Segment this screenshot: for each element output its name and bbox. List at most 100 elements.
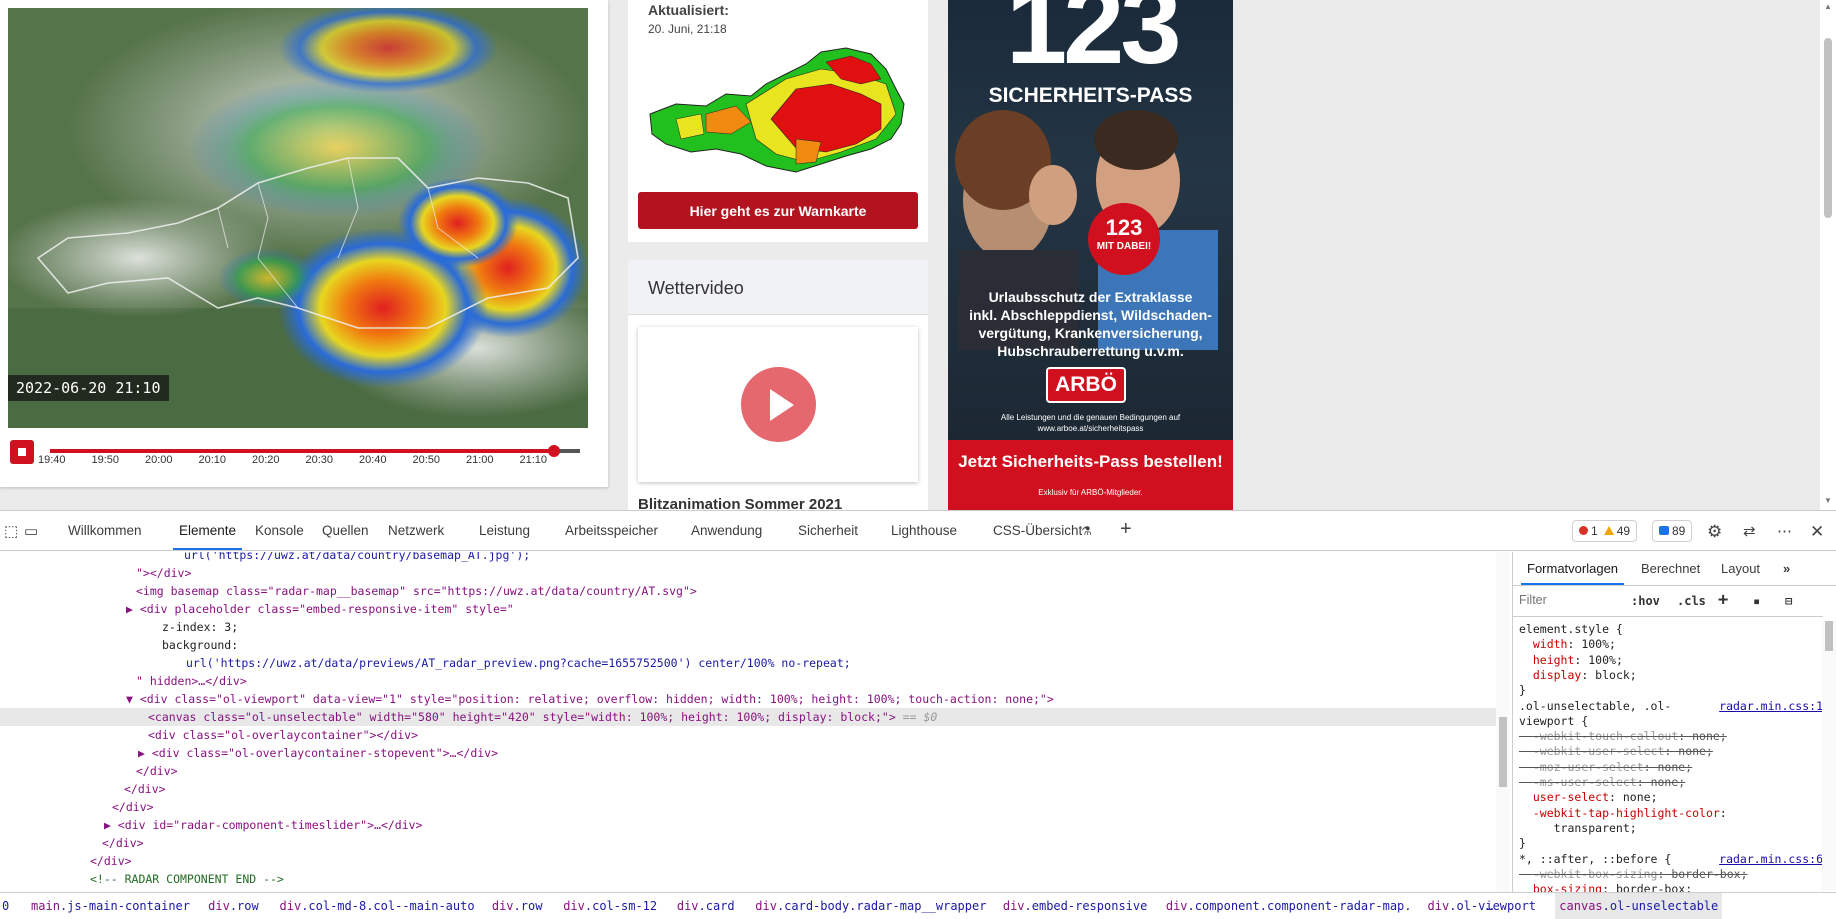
dom-node-line[interactable]: "></div> [0,564,1496,582]
sidebar-toggle-icon[interactable]: ⊟ [1785,594,1792,608]
breadcrumb-item[interactable]: … [1486,899,1493,913]
style-rule-line[interactable]: box-sizing: border-box; [1519,882,1692,892]
style-rule-line[interactable]: -ms-user-select: none; [1519,775,1685,790]
breadcrumb-item[interactable]: div.ol-viewport [1428,899,1536,913]
breadcrumb-item[interactable]: div.col-sm-12 [563,899,657,913]
page-scroll-thumb[interactable] [1824,38,1832,218]
style-rule-line[interactable]: -webkit-user-select: none; [1519,744,1713,759]
style-rule-line[interactable]: } [1519,683,1526,698]
style-rule-line[interactable]: display: block; [1519,668,1637,683]
styles-scroll-thumb[interactable] [1825,621,1833,651]
play-button[interactable] [741,367,816,442]
style-rule-line[interactable]: -webkit-tap-highlight-color: [1519,806,1727,821]
rule-source-link[interactable]: radar.min.css:1 [1719,699,1823,714]
dom-node-line[interactable]: ▶ <div placeholder class="embed-responsi… [0,600,1496,618]
tab-leistung[interactable]: Leistung [479,523,530,538]
dom-node-line[interactable]: ▼ <div class="ol-viewport" data-view="1"… [0,690,1496,708]
breadcrumb-item[interactable]: div.row [208,899,259,913]
style-rule-line[interactable]: viewport { [1519,714,1588,729]
timeslider-track[interactable] [50,445,580,457]
dom-node-line[interactable]: " hidden>…</div> [0,672,1496,690]
timeslider-handle[interactable] [547,445,560,457]
rule-source-link[interactable]: radar.min.css:6 [1719,852,1823,867]
more-icon[interactable]: ⋯ [1777,522,1792,540]
breadcrumb-item[interactable]: div.embed-responsive [1003,899,1148,913]
breadcrumb-item[interactable]: div.card-body.radar-map__wrapper [755,899,986,913]
styles-scrollbar[interactable] [1822,621,1836,891]
breadcrumb-item[interactable]: canvas.ol-unselectable [1555,893,1723,919]
austria-warning-map[interactable] [646,44,910,184]
style-rule-line[interactable]: -webkit-box-sizing: border-box; [1519,867,1748,882]
style-rule-line[interactable]: -webkit-touch-callout: none; [1519,729,1727,744]
tab-willkommen[interactable]: Willkommen [68,523,142,538]
messages-badge[interactable]: 89 [1652,520,1693,542]
style-rule-line[interactable]: transparent; [1519,821,1637,836]
new-rule-icon[interactable]: + [1718,590,1728,610]
breadcrumb-item[interactable]: main.js-main-container [31,899,190,913]
tab-arbeitsspeicher[interactable]: Arbeitsspeicher [565,523,658,538]
radar-timeslider[interactable]: 19:40 19:50 20:00 20:10 20:20 20:30 20:40 20:50… [8,440,588,470]
video-title[interactable]: Blitzanimation Sommer 2021 [638,496,842,510]
styles-filter-input[interactable] [1519,593,1619,607]
gear-icon[interactable]: ⚙ [1707,522,1722,542]
selected-dom-node[interactable]: <canvas class="ol-unselectable" width="5… [0,708,1496,726]
tab-lighthouse[interactable]: Lighthouse [891,523,957,538]
tab-konsole[interactable]: Konsole [255,523,304,538]
dom-node-line[interactable]: ▶ <div id="radar-component-timeslider">…… [0,816,1496,834]
dom-node-line[interactable]: </div> [0,762,1496,780]
issues-badge[interactable]: 1 49 [1572,520,1638,542]
breadcrumb-item[interactable]: 0 [2,899,9,913]
close-icon[interactable]: ✕ [1810,522,1824,542]
style-rule-line[interactable]: user-select: none; [1519,790,1658,805]
device-toolbar-icon[interactable]: ▭ [24,522,38,540]
scroll-up-icon[interactable]: ▲ [1824,2,1832,11]
tab-sicherheit[interactable]: Sicherheit [798,523,858,538]
more-tabs-icon[interactable]: » [1783,561,1790,576]
breadcrumb-item[interactable]: div.card [677,899,735,913]
dom-node-line[interactable]: url('https://uwz.at/data/country/basemap… [0,552,1496,564]
dom-node-line[interactable]: </div> [0,780,1496,798]
dom-node-line[interactable]: </div> [0,852,1496,870]
tab-berechnet[interactable]: Berechnet [1641,561,1700,576]
page-scrollbar[interactable]: ▲ ▼ [1820,0,1836,510]
dom-node-line[interactable]: <div class="ol-overlaycontainer"></div> [0,726,1496,744]
elements-tree[interactable]: url('https://uwz.at/data/country/basemap… [0,552,1496,892]
video-thumbnail[interactable] [638,327,918,482]
elements-scroll-thumb[interactable] [1499,717,1507,787]
tab-formatvorlagen[interactable]: Formatvorlagen [1520,561,1625,585]
dom-node-line[interactable]: <img basemap class="radar-map__basemap" … [0,582,1496,600]
add-tab-icon[interactable]: + [1120,518,1132,541]
tab-elemente[interactable]: Elemente [172,523,243,550]
style-rule-line[interactable]: element.style { [1519,622,1623,637]
dom-node-line[interactable]: </div> [0,834,1496,852]
dom-node-line[interactable]: </div> [0,798,1496,816]
tab-quellen[interactable]: Quellen [322,523,369,538]
style-rule-line[interactable]: width: 100%; [1519,637,1616,652]
dom-node-line[interactable]: ▶ <div class="ol-overlaycontainer-stopev… [0,744,1496,762]
breadcrumb-item[interactable]: div.component.component-radar-map. [1166,899,1412,913]
tab-netzwerk[interactable]: Netzwerk [388,523,444,538]
dom-node-line[interactable]: z-index: 3; [0,618,1496,636]
remote-devices-icon[interactable]: ⇄ [1743,522,1756,540]
style-rule-line[interactable]: height: 100%; [1519,653,1623,668]
dom-node-line[interactable]: <!-- RADAR COMPONENT END --> [0,870,1496,888]
breadcrumb-item[interactable]: div.row [492,899,543,913]
breadcrumb-item[interactable]: div.col-md-8.col--main-auto [280,899,475,913]
tab-layout[interactable]: Layout [1721,561,1760,576]
scroll-down-icon[interactable]: ▼ [1824,496,1832,505]
elements-scrollbar[interactable] [1496,552,1510,892]
ad-cta[interactable]: Jetzt Sicherheits-Pass bestellen! Exklusi… [948,440,1233,510]
style-rule-line[interactable]: *, ::after, ::before { [1519,852,1671,867]
dom-node-line[interactable]: url('https://uwz.at/data/previews/AT_rad… [0,654,1496,672]
inspect-element-icon[interactable]: ⬚ [4,522,18,540]
style-rule-line[interactable]: } [1519,836,1526,851]
tab-css-uebersicht[interactable]: CSS-Übersicht [993,523,1082,538]
radar-map-canvas[interactable] [8,8,588,428]
ad-banner[interactable]: 123 SICHERHEITS-PASS 123 MIT DABEI! Urlau… [948,0,1233,510]
hov-toggle[interactable]: :hov [1631,594,1660,608]
paint-icon[interactable]: ▪ [1753,594,1760,608]
stop-button[interactable] [10,440,34,464]
tab-anwendung[interactable]: Anwendung [691,523,762,538]
dom-node-line[interactable]: background: [0,636,1496,654]
cls-toggle[interactable]: .cls [1677,594,1706,608]
